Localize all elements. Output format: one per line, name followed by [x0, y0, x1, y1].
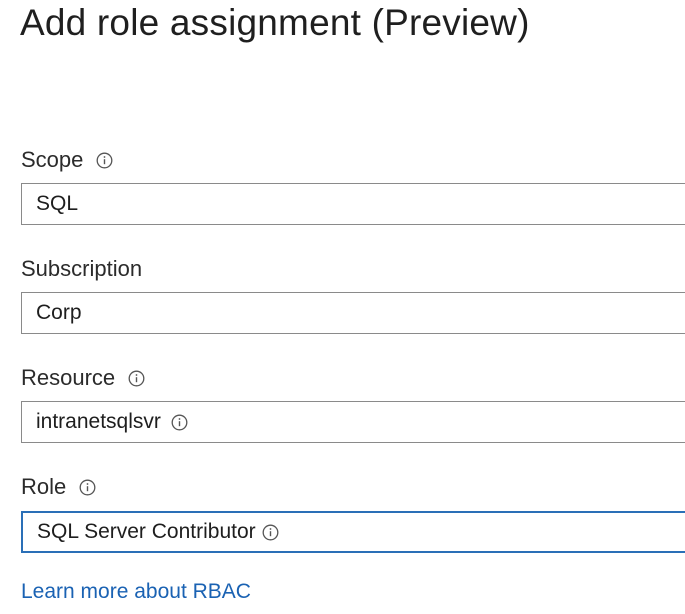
resource-value: intranetsqlsvr — [36, 410, 161, 433]
scope-value: SQL — [36, 192, 79, 215]
resource-value-info-icon[interactable] — [171, 414, 188, 431]
learn-more-rbac-link[interactable]: Learn more about RBAC — [21, 580, 251, 604]
resource-info-icon[interactable] — [128, 370, 145, 387]
role-info-icon[interactable] — [79, 479, 96, 496]
resource-label-row: Resource — [21, 365, 145, 391]
subscription-label-row: Subscription — [21, 256, 142, 282]
role-field[interactable]: SQL Server Contributor — [21, 511, 685, 553]
resource-field[interactable]: intranetsqlsvr — [21, 401, 685, 443]
subscription-label: Subscription — [21, 256, 143, 281]
role-label-row: Role — [21, 474, 96, 500]
resource-label: Resource — [21, 365, 116, 390]
role-value: SQL Server Contributor — [37, 520, 256, 543]
subscription-value: Corp — [36, 301, 82, 324]
scope-label-row: Scope — [21, 147, 113, 173]
scope-info-icon[interactable] — [96, 152, 113, 169]
subscription-field[interactable]: Corp — [21, 292, 685, 334]
scope-field[interactable]: SQL — [21, 183, 685, 225]
add-role-assignment-panel: Add role assignment (Preview) Scope SQL … — [0, 0, 685, 614]
scope-label: Scope — [21, 147, 84, 172]
page-title: Add role assignment (Preview) — [20, 2, 530, 43]
role-label: Role — [21, 474, 67, 499]
role-value-info-icon[interactable] — [262, 524, 279, 541]
